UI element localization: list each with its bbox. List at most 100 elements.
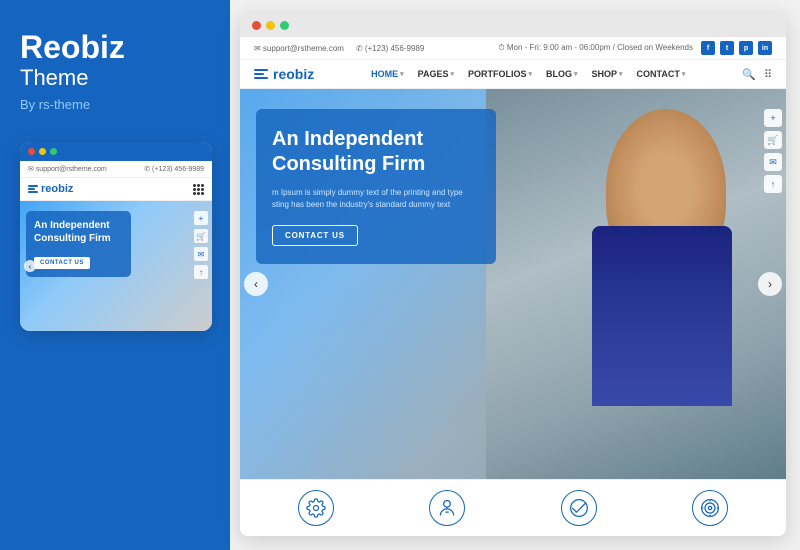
mobile-contact-button[interactable]: CONTACT US (34, 257, 90, 269)
logo-bars-icon (254, 69, 268, 79)
mobile-sidebar-icon-cart[interactable]: 🛒 (194, 229, 208, 243)
mobile-dot-yellow (39, 148, 46, 155)
facebook-icon[interactable]: f (701, 41, 715, 55)
mobile-logo: reobiz (28, 183, 73, 195)
ham-dot (197, 188, 200, 191)
side-icon-mail[interactable]: ✉ (764, 153, 782, 171)
ham-dot (201, 184, 204, 187)
ham-dot (193, 188, 196, 191)
hero-person-image (486, 89, 786, 479)
left-panel: Reobiz Theme By rs-theme ✉ support@rsthe… (0, 0, 230, 550)
nav-label-contact: CONTACT (637, 69, 680, 79)
ham-dot (193, 192, 196, 195)
desktop-dot-red (252, 21, 261, 30)
search-icon[interactable]: 🔍 (742, 68, 756, 81)
bottom-icon-settings (298, 490, 334, 526)
mobile-infobar: ✉ support@rstheme.com ✆ (+123) 456-9989 (20, 161, 212, 178)
ham-dot (201, 192, 204, 195)
shop-caret-icon: ▾ (619, 70, 623, 78)
nav-item-home[interactable]: HOME ▾ (371, 69, 404, 79)
nav-label-portfolios: PORTFOLIOS (468, 69, 527, 79)
social-icons: f t p in (701, 41, 772, 55)
desktop-infobar: ✉ support@rstheme.com ✆ (+123) 456-9989 … (240, 37, 786, 60)
nav-label-blog: BLOG (546, 69, 572, 79)
nav-action-icons: 🔍 ⠿ (742, 68, 772, 81)
logo-bar-3 (28, 191, 38, 193)
ham-dot (197, 192, 200, 195)
ham-dot (197, 184, 200, 187)
mobile-email: ✉ support@rstheme.com (28, 165, 107, 173)
desktop-hours: ⏱ Mon - Fri: 9:00 am - 06:00pm / Closed … (498, 43, 693, 53)
mobile-dot-red (28, 148, 35, 155)
bottom-icon-person (429, 490, 465, 526)
logo-bar-2 (254, 73, 264, 75)
nav-item-pages[interactable]: PAGES ▾ (418, 69, 454, 79)
grid-icon[interactable]: ⠿ (764, 68, 772, 81)
blog-caret-icon: ▾ (574, 70, 578, 78)
desktop-phone: ✆ (+123) 456-9989 (356, 44, 424, 53)
mobile-sidebar-icon-plus[interactable]: + (194, 211, 208, 225)
desktop-titlebar (240, 14, 786, 37)
infobar-left: ✉ support@rstheme.com ✆ (+123) 456-9989 (254, 44, 424, 53)
mobile-hero-title: An Independent Consulting Firm (34, 219, 123, 245)
mobile-sidebar-icon-up[interactable]: ↑ (194, 265, 208, 279)
check-icon (561, 490, 597, 526)
mobile-sidebar-icons: + 🛒 ✉ ↑ (194, 211, 208, 279)
home-caret-icon: ▾ (400, 70, 404, 78)
infobar-right: ⏱ Mon - Fri: 9:00 am - 06:00pm / Closed … (498, 41, 772, 55)
side-icon-zoom[interactable]: + (764, 109, 782, 127)
hero-content-box: An Independent Consulting Firm m Ipsum i… (256, 109, 496, 264)
mobile-nav: reobiz (20, 178, 212, 201)
desktop-dot-yellow (266, 21, 275, 30)
hero-description: m Ipsum is simply dummy text of the prin… (272, 187, 480, 211)
nav-label-home: HOME (371, 69, 398, 79)
pages-caret-icon: ▾ (450, 70, 454, 78)
desktop-hero: An Independent Consulting Firm m Ipsum i… (240, 89, 786, 479)
nav-item-blog[interactable]: BLOG ▾ (546, 69, 578, 79)
nav-item-shop[interactable]: SHOP ▾ (592, 69, 623, 79)
side-icon-up[interactable]: ↑ (764, 175, 782, 193)
ham-dot (201, 188, 204, 191)
target-icon (692, 490, 728, 526)
desktop-logo-text: reobiz (273, 66, 314, 82)
mobile-hero-content: An Independent Consulting Firm CONTACT U… (26, 211, 131, 277)
hero-title: An Independent Consulting Firm (272, 127, 480, 177)
portfolios-caret-icon: ▾ (528, 70, 532, 78)
person-icon (429, 490, 465, 526)
desktop-dot-green (280, 21, 289, 30)
settings-icon (298, 490, 334, 526)
nav-item-portfolios[interactable]: PORTFOLIOS ▾ (468, 69, 532, 79)
desktop-email: ✉ support@rstheme.com (254, 44, 344, 53)
twitter-icon[interactable]: t (720, 41, 734, 55)
logo-bar-1 (28, 185, 38, 187)
mobile-logo-icon (28, 185, 38, 193)
hero-side-icons: + 🛒 ✉ ↑ (764, 109, 782, 193)
mobile-sidebar-icon-mail[interactable]: ✉ (194, 247, 208, 261)
brand-subtitle: Theme (20, 65, 88, 91)
nav-label-pages: PAGES (418, 69, 449, 79)
logo-bar-3 (254, 77, 268, 79)
pinterest-icon[interactable]: p (739, 41, 753, 55)
desktop-mockup: ✉ support@rstheme.com ✆ (+123) 456-9989 … (240, 14, 786, 536)
side-icon-cart[interactable]: 🛒 (764, 131, 782, 149)
instagram-icon[interactable]: in (758, 41, 772, 55)
desktop-logo: reobiz (254, 66, 314, 82)
mobile-dot-green (50, 148, 57, 155)
bottom-icon-target (692, 490, 728, 526)
contact-caret-icon: ▾ (682, 70, 686, 78)
mobile-phone: ✆ (+123) 456-9989 (144, 165, 204, 173)
mobile-titlebar (20, 142, 212, 161)
mobile-mockup: ✉ support@rstheme.com ✆ (+123) 456-9989 … (20, 142, 212, 331)
mobile-hero: An Independent Consulting Firm CONTACT U… (20, 201, 212, 331)
hamburger-icon[interactable] (193, 184, 204, 195)
mobile-prev-arrow[interactable]: ‹ (24, 260, 36, 272)
bottom-icon-check (561, 490, 597, 526)
logo-bar-2 (28, 188, 35, 190)
hero-prev-arrow[interactable]: ‹ (244, 272, 268, 296)
nav-item-contact[interactable]: CONTACT ▾ (637, 69, 686, 79)
hero-contact-button[interactable]: CONTACT US (272, 225, 358, 246)
hero-next-arrow[interactable]: › (758, 272, 782, 296)
brand-title: Reobiz (20, 30, 125, 65)
desktop-bottom-icons (240, 479, 786, 536)
right-panel: ✉ support@rstheme.com ✆ (+123) 456-9989 … (230, 0, 800, 550)
